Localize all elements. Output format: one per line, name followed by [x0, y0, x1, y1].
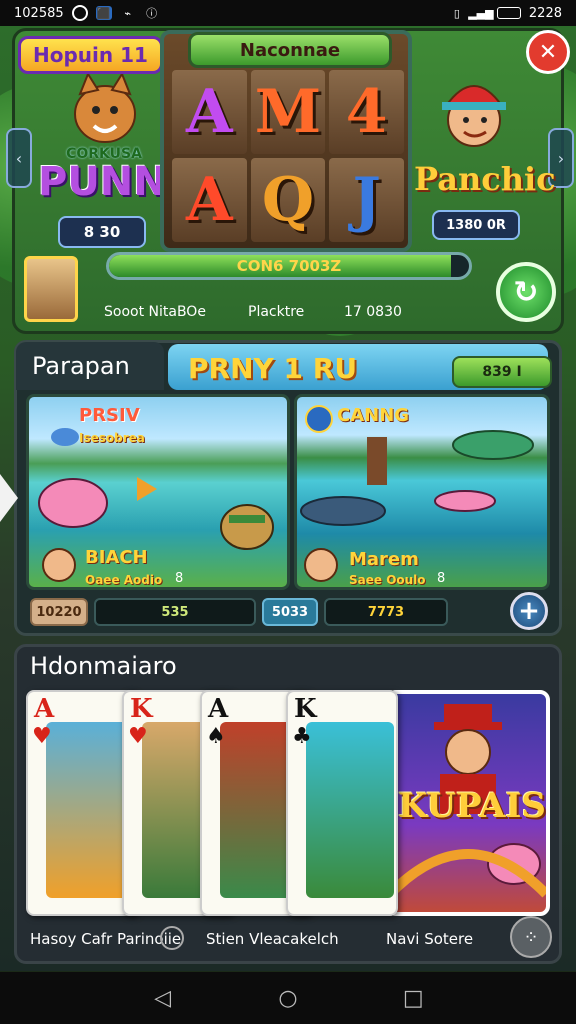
right-card-num: 8	[437, 571, 446, 586]
boy-character	[442, 85, 506, 147]
left-value-pill: 8 30	[58, 216, 146, 248]
right-value-pill: 1380 0R	[432, 210, 520, 240]
cell-signal-icon: ▂▄▆	[468, 6, 494, 20]
close-icon: ✕	[538, 39, 558, 65]
card-rank: K	[294, 694, 317, 724]
left-card-num: 8	[175, 571, 184, 586]
recents-icon: □	[402, 985, 424, 1011]
stat-pill-2: 535	[94, 598, 256, 626]
status-bar: 102585 ⬛ ⌁ ⓘ ▯ ▂▄▆ 2228	[0, 0, 576, 26]
mid-badge[interactable]: 839 I	[452, 356, 552, 388]
back-button[interactable]: ◁	[148, 983, 178, 1013]
bottom-label-3[interactable]: Navi Sotere	[386, 930, 473, 948]
fishing-scene-right	[300, 430, 534, 582]
progress-text: CON6 7003Z	[236, 257, 342, 275]
battery-icon	[496, 7, 521, 19]
prev-arrow-button[interactable]: ‹	[6, 128, 32, 188]
vibrate-icon: ▯	[453, 6, 460, 20]
fishing-scene-left	[38, 428, 274, 582]
reel-symbol: A	[172, 70, 247, 154]
reel-symbol: M	[250, 70, 326, 154]
right-card-line: Saee Ooulo	[349, 573, 426, 587]
stats-left: 10220 535	[30, 598, 256, 626]
info-row: Sooot NitaBOe Placktre 17 0830	[104, 304, 494, 320]
left-card-name: BIACH	[85, 547, 148, 568]
system-nav-bar: ◁ ○ □	[0, 972, 576, 1024]
card-rank: A	[34, 694, 55, 724]
left-card-line: Oaee Aodio	[85, 573, 163, 587]
left-logo-big: PUNNA	[38, 159, 198, 205]
home-icon: ○	[278, 985, 298, 1011]
left-game-logo: CORKUSA PUNNA	[38, 146, 198, 205]
recents-button[interactable]: □	[398, 983, 428, 1013]
info-label-3: 17 0830	[344, 304, 402, 320]
home-button[interactable]: ○	[273, 983, 303, 1013]
card-art	[46, 722, 134, 898]
card-suit-icon: ♥	[32, 724, 52, 749]
card-art	[306, 722, 394, 898]
plus-icon: +	[518, 596, 540, 626]
notification-icon	[71, 5, 88, 21]
reel-symbol: Q	[250, 158, 326, 242]
badge-icon	[305, 405, 333, 433]
feature-card-title: KUPAIS	[398, 786, 546, 826]
game-title-badge: Hopuin 11	[18, 36, 163, 74]
tab-parapan[interactable]: Parapan	[16, 342, 164, 390]
status-right-time: 2228	[528, 5, 562, 21]
radio-button[interactable]	[160, 926, 184, 950]
fishing-game-card-right[interactable]: CANNG Marem Saee Ooulo 8	[294, 394, 550, 590]
card-suit-icon: ♣	[292, 724, 312, 749]
app-icon: ⬛	[95, 6, 112, 20]
fishing-game-card-left[interactable]: PRSIV Isesobrea BIACH Oaee Aodio 8	[26, 394, 290, 590]
right-game-logo: Panchic	[414, 160, 556, 198]
card-games-title: Hdonmaiaro	[30, 652, 177, 680]
bottom-label-1[interactable]: Hasoy Cafr Parinoiie	[30, 930, 181, 948]
card-rank: K	[130, 694, 153, 724]
mid-banner-text: PRNY 1 RU	[188, 352, 358, 385]
info-label-2: Placktre	[248, 304, 305, 320]
left-card-subtitle: Isesobrea	[79, 431, 145, 445]
fox-character	[74, 74, 136, 143]
info-label-1: Sooot NitaBOe	[104, 304, 206, 320]
back-icon: ◁	[154, 985, 172, 1011]
close-button[interactable]: ✕	[526, 30, 570, 74]
left-edge-arrow[interactable]	[0, 474, 18, 522]
reel-header: Naconnae	[188, 32, 392, 68]
stat-pill-4: 7773	[324, 598, 448, 626]
signal-off-icon: ⌁	[124, 6, 131, 20]
info-icon: ⓘ	[146, 7, 158, 20]
reel-grid: AM4AQJ	[172, 70, 404, 242]
stat-pill-3: 5033	[262, 598, 318, 626]
card-suit-icon: ♥	[128, 724, 148, 749]
player-avatar[interactable]	[24, 256, 78, 322]
stats-right: 5033 7773	[262, 598, 448, 626]
reel-symbol: 4	[329, 70, 404, 154]
reel-symbol: A	[172, 158, 247, 242]
status-time: 102585	[14, 5, 64, 21]
left-card-title: PRSIV	[79, 405, 140, 426]
dice-icon: ⁘	[523, 926, 539, 948]
playing-card[interactable]: K ♣	[286, 690, 398, 916]
dice-button[interactable]: ⁘	[510, 916, 552, 958]
card-rank: A	[208, 694, 229, 724]
bottom-label-2[interactable]: Stien Vleacakelch	[206, 930, 339, 948]
refresh-icon: ↻	[513, 274, 539, 310]
spin-button[interactable]: ↻	[496, 262, 556, 322]
reel-symbol: J	[329, 158, 404, 242]
add-button[interactable]: +	[510, 592, 548, 630]
right-card-name: Marem	[349, 549, 419, 570]
progress-bar: CON6 7003Z	[106, 252, 472, 280]
card-suit-icon: ♠	[206, 724, 226, 749]
stat-pill-1: 10220	[30, 598, 88, 626]
right-card-title: CANNG	[337, 405, 410, 426]
